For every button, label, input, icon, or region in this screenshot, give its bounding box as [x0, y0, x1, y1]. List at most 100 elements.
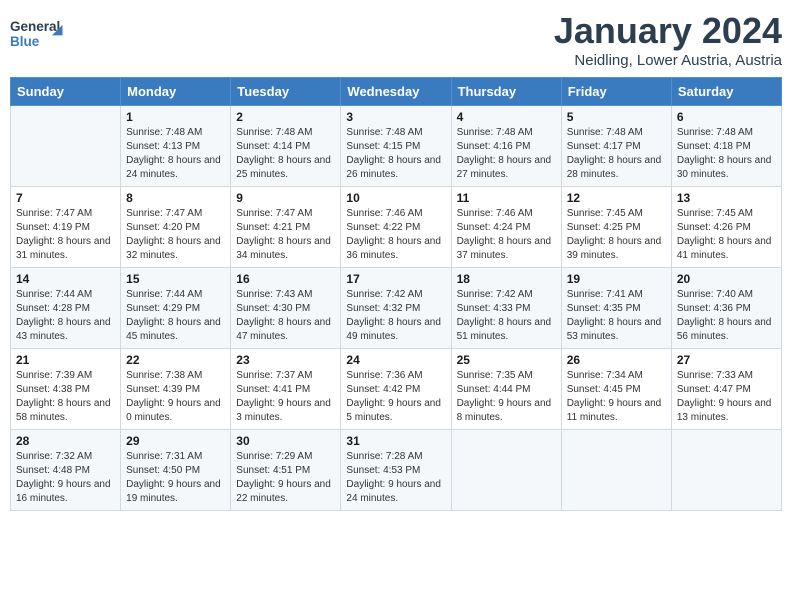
day-detail: Sunrise: 7:44 AM Sunset: 4:29 PM Dayligh…: [126, 288, 225, 344]
day-detail: Sunrise: 7:48 AM Sunset: 4:15 PM Dayligh…: [346, 126, 445, 182]
calendar-week-row: 1Sunrise: 7:48 AM Sunset: 4:13 PM Daylig…: [11, 106, 782, 187]
calendar-cell: 14 Sunrise: 7:44 AM Sunset: 4:28 PM Dayli…: [11, 268, 121, 349]
day-number: 18: [457, 272, 556, 286]
day-number: 19: [567, 272, 666, 286]
day-detail: Sunrise: 7:47 AM Sunset: 4:20 PM Dayligh…: [126, 207, 225, 263]
calendar-week-row: 7 Sunrise: 7:47 AM Sunset: 4:19 PM Daylig…: [11, 187, 782, 268]
calendar-cell: 17 Sunrise: 7:42 AM Sunset: 4:32 PM Dayli…: [341, 268, 451, 349]
day-detail: Sunrise: 7:47 AM Sunset: 4:21 PM Dayligh…: [236, 207, 335, 263]
calendar-cell: 3 Sunrise: 7:48 AM Sunset: 4:15 PM Daylig…: [341, 106, 451, 187]
day-number: 8: [126, 191, 225, 205]
calendar-cell: 19 Sunrise: 7:41 AM Sunset: 4:35 PM Dayli…: [561, 268, 671, 349]
calendar-cell: 12 Sunrise: 7:45 AM Sunset: 4:25 PM Dayli…: [561, 187, 671, 268]
day-number: 5: [567, 110, 666, 124]
day-detail: Sunrise: 7:37 AM Sunset: 4:41 PM Dayligh…: [236, 369, 335, 425]
weekday-header-cell: Wednesday: [341, 78, 451, 106]
day-number: 11: [457, 191, 556, 205]
calendar-cell: [561, 430, 671, 511]
day-detail: Sunrise: 7:34 AM Sunset: 4:45 PM Dayligh…: [567, 369, 666, 425]
day-detail: Sunrise: 7:44 AM Sunset: 4:28 PM Dayligh…: [16, 288, 115, 344]
day-number: 10: [346, 191, 445, 205]
calendar-cell: 30Sunrise: 7:29 AM Sunset: 4:51 PM Dayli…: [231, 430, 341, 511]
day-number: 22: [126, 353, 225, 367]
day-detail: Sunrise: 7:31 AM Sunset: 4:50 PM Dayligh…: [126, 450, 225, 506]
calendar-cell: 5 Sunrise: 7:48 AM Sunset: 4:17 PM Daylig…: [561, 106, 671, 187]
weekday-header-cell: Friday: [561, 78, 671, 106]
day-number: 30: [236, 434, 335, 448]
calendar-cell: 6 Sunrise: 7:48 AM Sunset: 4:18 PM Daylig…: [671, 106, 781, 187]
day-number: 25: [457, 353, 556, 367]
day-detail: Sunrise: 7:41 AM Sunset: 4:35 PM Dayligh…: [567, 288, 666, 344]
day-number: 26: [567, 353, 666, 367]
calendar-cell: 22 Sunrise: 7:38 AM Sunset: 4:39 PM Dayli…: [121, 349, 231, 430]
day-number: 13: [677, 191, 776, 205]
day-detail: Sunrise: 7:48 AM Sunset: 4:16 PM Dayligh…: [457, 126, 556, 182]
calendar-cell: 28 Sunrise: 7:32 AM Sunset: 4:48 PM Dayli…: [11, 430, 121, 511]
calendar-cell: 2 Sunrise: 7:48 AM Sunset: 4:14 PM Daylig…: [231, 106, 341, 187]
day-number: 12: [567, 191, 666, 205]
day-detail: Sunrise: 7:35 AM Sunset: 4:44 PM Dayligh…: [457, 369, 556, 425]
calendar-cell: 29Sunrise: 7:31 AM Sunset: 4:50 PM Dayli…: [121, 430, 231, 511]
day-detail: Sunrise: 7:45 AM Sunset: 4:26 PM Dayligh…: [677, 207, 776, 263]
calendar-cell: 7 Sunrise: 7:47 AM Sunset: 4:19 PM Daylig…: [11, 187, 121, 268]
calendar-cell: 20Sunrise: 7:40 AM Sunset: 4:36 PM Dayli…: [671, 268, 781, 349]
calendar-cell: 13 Sunrise: 7:45 AM Sunset: 4:26 PM Dayli…: [671, 187, 781, 268]
day-detail: Sunrise: 7:47 AM Sunset: 4:19 PM Dayligh…: [16, 207, 115, 263]
day-detail: Sunrise: 7:43 AM Sunset: 4:30 PM Dayligh…: [236, 288, 335, 344]
day-detail: Sunrise: 7:39 AM Sunset: 4:38 PM Dayligh…: [16, 369, 115, 425]
day-detail: Sunrise: 7:38 AM Sunset: 4:39 PM Dayligh…: [126, 369, 225, 425]
day-number: 3: [346, 110, 445, 124]
weekday-header-row: SundayMondayTuesdayWednesdayThursdayFrid…: [11, 78, 782, 106]
calendar-cell: 4 Sunrise: 7:48 AM Sunset: 4:16 PM Daylig…: [451, 106, 561, 187]
day-detail: Sunrise: 7:42 AM Sunset: 4:33 PM Dayligh…: [457, 288, 556, 344]
day-detail: Sunrise: 7:45 AM Sunset: 4:25 PM Dayligh…: [567, 207, 666, 263]
calendar-cell: 24Sunrise: 7:36 AM Sunset: 4:42 PM Dayli…: [341, 349, 451, 430]
day-detail: Sunrise: 7:48 AM Sunset: 4:18 PM Dayligh…: [677, 126, 776, 182]
svg-text:Blue: Blue: [10, 34, 40, 49]
calendar-cell: 25 Sunrise: 7:35 AM Sunset: 4:44 PM Dayli…: [451, 349, 561, 430]
calendar-table: SundayMondayTuesdayWednesdayThursdayFrid…: [10, 77, 782, 511]
calendar-body: 1Sunrise: 7:48 AM Sunset: 4:13 PM Daylig…: [11, 106, 782, 511]
logo-image: General Blue: [10, 10, 70, 60]
day-number: 23: [236, 353, 335, 367]
day-number: 17: [346, 272, 445, 286]
calendar-cell: 11 Sunrise: 7:46 AM Sunset: 4:24 PM Dayli…: [451, 187, 561, 268]
calendar-cell: 21Sunrise: 7:39 AM Sunset: 4:38 PM Dayli…: [11, 349, 121, 430]
calendar-cell: 23 Sunrise: 7:37 AM Sunset: 4:41 PM Dayli…: [231, 349, 341, 430]
calendar-cell: 9Sunrise: 7:47 AM Sunset: 4:21 PM Daylig…: [231, 187, 341, 268]
day-detail: Sunrise: 7:42 AM Sunset: 4:32 PM Dayligh…: [346, 288, 445, 344]
title-area: January 2024 Neidling, Lower Austria, Au…: [554, 10, 782, 69]
day-number: 7: [16, 191, 115, 205]
day-number: 6: [677, 110, 776, 124]
day-detail: Sunrise: 7:46 AM Sunset: 4:22 PM Dayligh…: [346, 207, 445, 263]
day-detail: Sunrise: 7:46 AM Sunset: 4:24 PM Dayligh…: [457, 207, 556, 263]
day-detail: Sunrise: 7:48 AM Sunset: 4:17 PM Dayligh…: [567, 126, 666, 182]
day-number: 27: [677, 353, 776, 367]
day-number: 15: [126, 272, 225, 286]
page-header: General Blue January 2024 Neidling, Lowe…: [10, 10, 782, 69]
day-number: 4: [457, 110, 556, 124]
weekday-header-cell: Saturday: [671, 78, 781, 106]
calendar-cell: 27 Sunrise: 7:33 AM Sunset: 4:47 PM Dayli…: [671, 349, 781, 430]
day-number: 16: [236, 272, 335, 286]
calendar-cell: [451, 430, 561, 511]
calendar-week-row: 21Sunrise: 7:39 AM Sunset: 4:38 PM Dayli…: [11, 349, 782, 430]
calendar-week-row: 28 Sunrise: 7:32 AM Sunset: 4:48 PM Dayli…: [11, 430, 782, 511]
day-detail: Sunrise: 7:40 AM Sunset: 4:36 PM Dayligh…: [677, 288, 776, 344]
day-detail: Sunrise: 7:32 AM Sunset: 4:48 PM Dayligh…: [16, 450, 115, 506]
weekday-header-cell: Thursday: [451, 78, 561, 106]
calendar-cell: 10 Sunrise: 7:46 AM Sunset: 4:22 PM Dayli…: [341, 187, 451, 268]
day-detail: Sunrise: 7:48 AM Sunset: 4:14 PM Dayligh…: [236, 126, 335, 182]
day-number: 1: [126, 110, 225, 124]
day-number: 2: [236, 110, 335, 124]
day-number: 28: [16, 434, 115, 448]
day-number: 31: [346, 434, 445, 448]
calendar-cell: [671, 430, 781, 511]
day-number: 14: [16, 272, 115, 286]
day-detail: Sunrise: 7:33 AM Sunset: 4:47 PM Dayligh…: [677, 369, 776, 425]
day-detail: Sunrise: 7:28 AM Sunset: 4:53 PM Dayligh…: [346, 450, 445, 506]
calendar-cell: 26 Sunrise: 7:34 AM Sunset: 4:45 PM Dayli…: [561, 349, 671, 430]
calendar-cell: 8 Sunrise: 7:47 AM Sunset: 4:20 PM Daylig…: [121, 187, 231, 268]
location-title: Neidling, Lower Austria, Austria: [554, 52, 782, 69]
month-title: January 2024: [554, 10, 782, 52]
